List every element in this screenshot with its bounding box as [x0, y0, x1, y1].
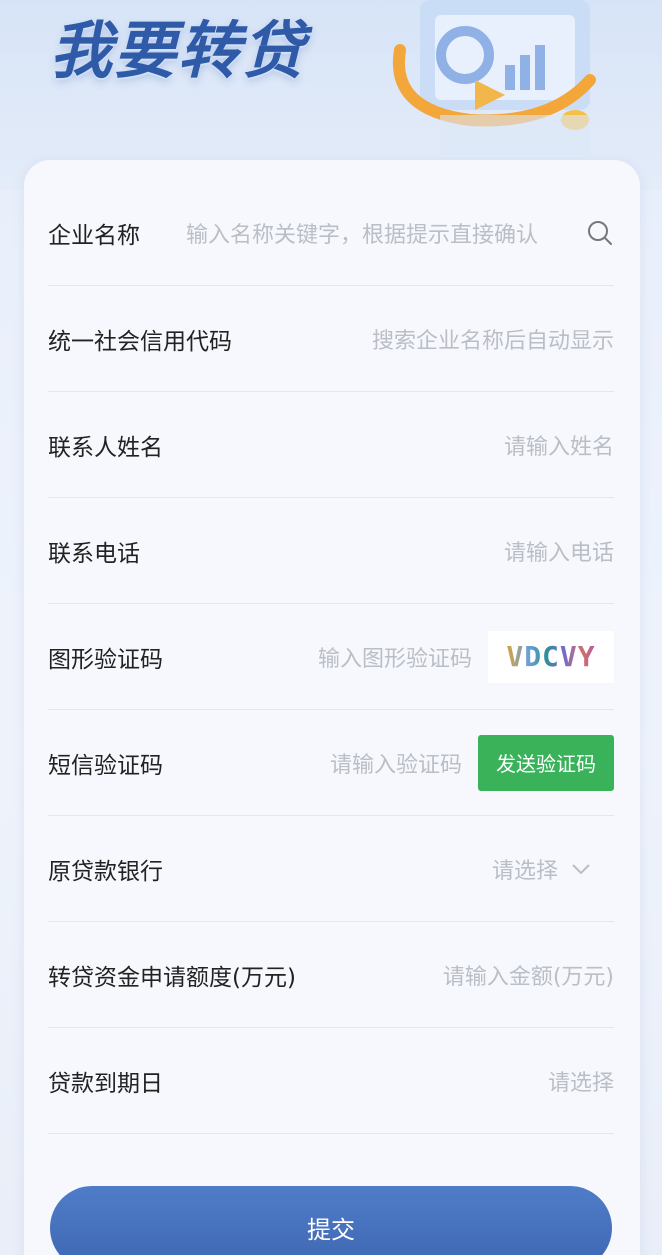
submit-button[interactable]: 提交: [50, 1186, 612, 1255]
contact-name-label: 联系人姓名: [48, 434, 163, 461]
amount-row: 转贷资金申请额度(万元) 请输入金额(万元): [48, 922, 614, 1028]
amount-input[interactable]: 请输入金额(万元): [443, 959, 614, 991]
original-bank-row: 原贷款银行 请选择: [48, 816, 614, 922]
contact-name-row: 联系人姓名 请输入姓名: [48, 392, 614, 498]
credit-code-field: 搜索企业名称后自动显示: [371, 328, 614, 354]
due-date-label: 贷款到期日: [48, 1070, 163, 1097]
search-icon[interactable]: [586, 219, 614, 247]
amount-label: 转贷资金申请额度(万元): [48, 964, 296, 991]
page-title: 我要转贷: [50, 14, 307, 87]
company-name-label: 企业名称: [48, 222, 140, 249]
original-bank-placeholder: 请选择: [491, 858, 558, 884]
due-date-select[interactable]: 请选择: [548, 1065, 614, 1097]
company-name-row: 企业名称 输入名称关键字，根据提示直接确认: [48, 180, 614, 286]
credit-code-label: 统一社会信用代码: [48, 328, 232, 355]
chevron-down-icon: [572, 863, 590, 874]
credit-code-row: 统一社会信用代码 搜索企业名称后自动显示: [48, 286, 614, 392]
contact-phone-label: 联系电话: [48, 540, 140, 567]
sms-code-label: 短信验证码: [48, 752, 163, 779]
captcha-input[interactable]: 输入图形验证码: [318, 641, 472, 673]
captcha-image-text: VDCVY: [506, 640, 596, 673]
send-code-button[interactable]: 发送验证码: [478, 734, 614, 791]
sms-code-input[interactable]: 请输入验证码: [330, 747, 462, 779]
contact-phone-row: 联系电话 请输入电话: [48, 498, 614, 604]
contact-phone-input[interactable]: 请输入电话: [504, 535, 614, 567]
original-bank-label: 原贷款银行: [48, 858, 163, 885]
company-name-input[interactable]: 输入名称关键字，根据提示直接确认: [186, 217, 576, 249]
due-date-row: 贷款到期日 请选择: [48, 1028, 614, 1134]
captcha-row: 图形验证码 输入图形验证码 VDCVY: [48, 604, 614, 710]
captcha-image[interactable]: VDCVY: [488, 630, 614, 683]
sms-code-row: 短信验证码 请输入验证码 发送验证码: [48, 710, 614, 816]
contact-name-input[interactable]: 请输入姓名: [504, 429, 614, 461]
banner-illustration: [392, 0, 596, 155]
original-bank-select[interactable]: 请选择: [492, 853, 592, 885]
captcha-label: 图形验证码: [48, 646, 163, 673]
